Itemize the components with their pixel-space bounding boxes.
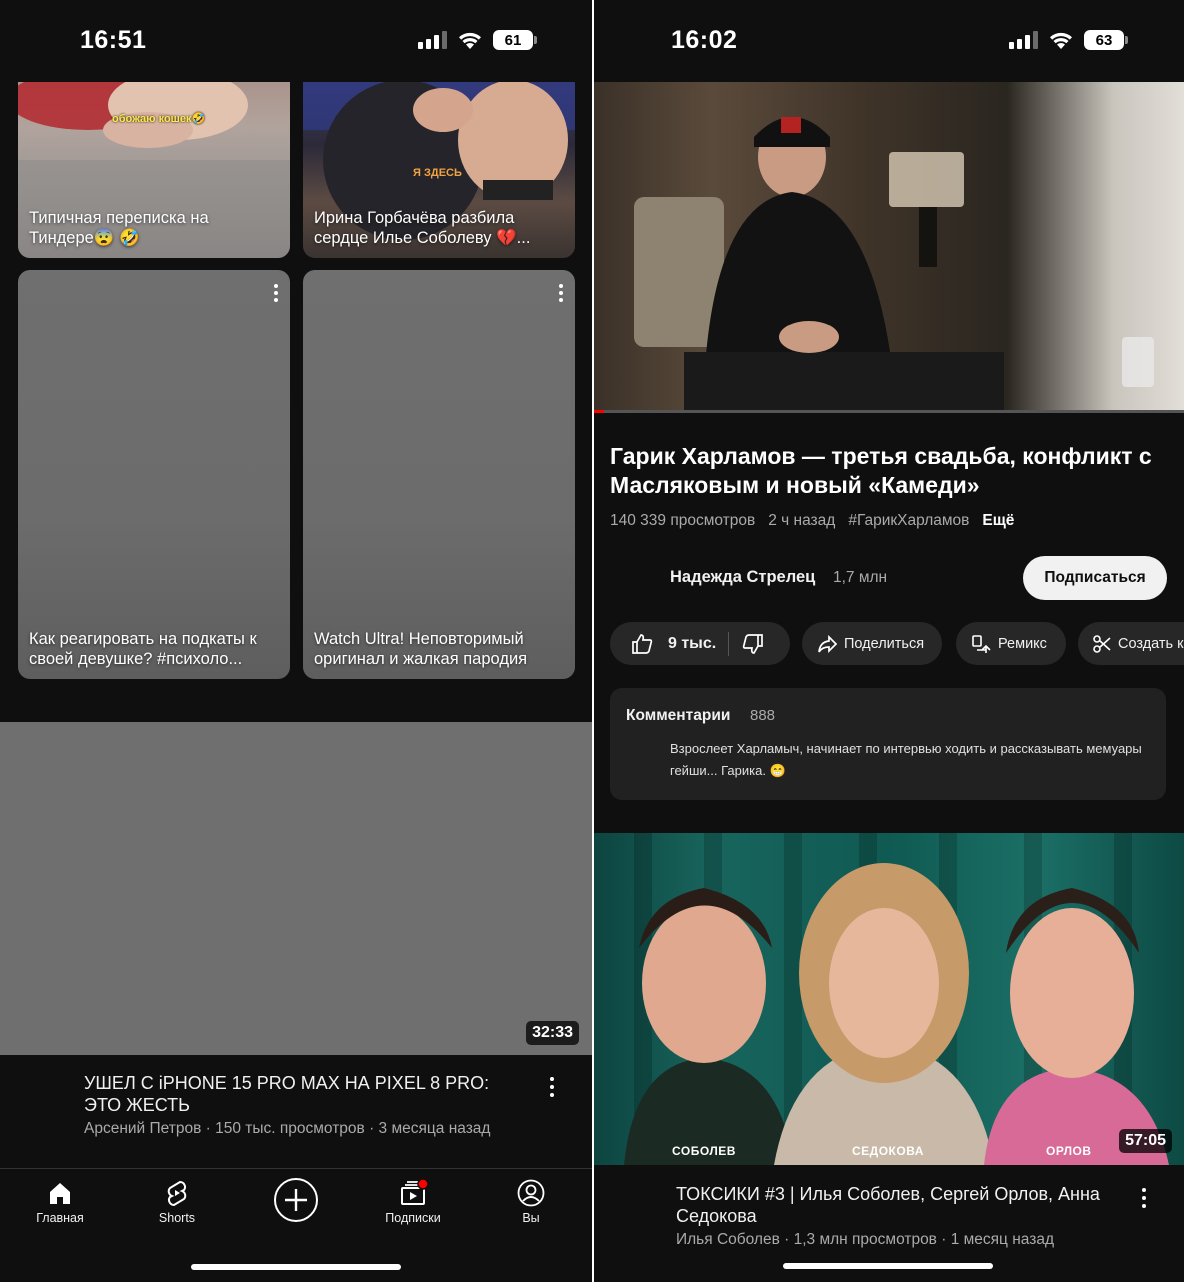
status-time: 16:51 — [80, 26, 147, 54]
status-time: 16:02 — [671, 26, 738, 54]
signal-icon — [418, 31, 447, 49]
profile-icon — [517, 1179, 545, 1207]
subscriber-count: 1,7 млн — [833, 569, 888, 586]
video-meta: Илья Соболев · 1,3 млн просмотров · 1 ме… — [676, 1231, 1055, 1248]
nav-home[interactable]: Главная — [10, 1179, 110, 1225]
nav-create[interactable] — [246, 1177, 346, 1223]
short-title: Как реагировать на подкаты к своей девуш… — [29, 630, 257, 668]
short-title: Типичная переписка на Тиндере😨 🤣 — [29, 209, 209, 247]
channel-name[interactable]: Надежда Стрелец — [670, 568, 815, 587]
subscribe-button[interactable]: Подписаться — [1023, 556, 1167, 600]
nav-label: Главная — [36, 1211, 84, 1225]
status-bar: 16:02 63 — [594, 0, 1184, 82]
short-overlay-text: обожаю кошек🤣 — [112, 113, 206, 125]
share-icon — [818, 634, 838, 653]
thumbnail-name-label: ОРЛОВ — [1046, 1144, 1092, 1158]
short-card[interactable]: Watch Ultra! Неповторимый оригинал и жал… — [303, 270, 575, 679]
nav-shorts[interactable]: Shorts — [127, 1179, 227, 1225]
remix-label: Ремикс — [998, 635, 1047, 652]
comments-panel[interactable]: Комментарии 888 Взрослеет Харламыч, начи… — [610, 688, 1166, 800]
video-frame — [634, 117, 1154, 412]
wifi-icon — [459, 32, 481, 49]
home-indicator — [191, 1264, 401, 1270]
battery-icon: 63 — [1084, 30, 1128, 50]
nav-label: Подписки — [385, 1211, 441, 1225]
duration-badge: 57:05 — [1119, 1129, 1172, 1153]
short-card[interactable]: обожаю кошек🤣 Типичная переписка на Тинд… — [18, 70, 290, 258]
share-button[interactable]: Поделиться — [802, 622, 942, 665]
shorts-icon — [167, 1180, 187, 1207]
remix-icon — [972, 634, 991, 653]
short-menu-button[interactable] — [559, 284, 563, 302]
wifi-icon — [1050, 32, 1072, 49]
comments-count: 888 — [750, 707, 776, 724]
comments-label: Комментарии — [626, 707, 731, 724]
signal-icon — [1009, 31, 1038, 49]
short-card[interactable]: Я ЗДЕСЬ Ирина Горбачёва разбила сердце И… — [303, 70, 575, 258]
thumbnail-name-label: СЕДОКОВА — [852, 1144, 924, 1158]
create-label: Создать к — [1118, 635, 1184, 652]
status-icons: 63 — [1009, 30, 1128, 50]
progress-fill — [594, 410, 604, 413]
video-meta: Арсений Петров · 150 тыс. просмотров · 3… — [84, 1120, 491, 1137]
nav-label: Shorts — [158, 1211, 196, 1225]
share-label: Поделиться — [844, 635, 925, 652]
nav-label: Вы — [522, 1211, 540, 1225]
nav-you[interactable]: Вы — [481, 1179, 581, 1225]
right-screen: 16:02 63 Гарик Харламов — третья свадьба… — [594, 0, 1184, 1282]
short-card[interactable]: Как реагировать на подкаты к своей девуш… — [18, 270, 290, 679]
bottom-nav: Главная Shorts Подписки Вы — [0, 1168, 592, 1282]
home-indicator — [783, 1263, 993, 1269]
video-menu-button[interactable] — [550, 1077, 554, 1097]
hashtag-link[interactable]: #ГарикХарламов — [848, 512, 969, 530]
upload-age: 2 ч назад — [768, 512, 836, 529]
short-menu-button[interactable] — [274, 284, 278, 302]
view-count: 140 339 просмотров — [610, 512, 756, 529]
dislike-icon[interactable] — [741, 632, 765, 656]
thumbnail-people — [624, 863, 1169, 1165]
subscriptions-icon — [401, 1179, 428, 1205]
video-player[interactable] — [594, 82, 1184, 412]
scissors-icon — [1093, 634, 1111, 653]
video-menu-button[interactable] — [1142, 1188, 1146, 1208]
like-icon[interactable] — [630, 632, 654, 656]
like-count: 9 тыс. — [668, 634, 717, 652]
left-screen: 16:51 61 обожаю кошек🤣 Типичная переписк… — [0, 0, 592, 1282]
short-title: Watch Ultra! Неповторимый оригинал и жал… — [314, 630, 528, 668]
divider — [728, 631, 730, 656]
duration-badge: 32:33 — [526, 1021, 579, 1045]
battery-icon: 61 — [493, 30, 537, 50]
create-plus-icon — [274, 1178, 318, 1222]
status-icons: 61 — [418, 30, 537, 50]
video-thumbnail[interactable]: 32:33 — [0, 722, 592, 1055]
video-meta[interactable]: 140 339 просмотров 2 ч назад #ГарикХарла… — [610, 512, 1014, 530]
home-icon — [50, 1183, 70, 1204]
status-bar: 16:51 61 — [0, 0, 592, 82]
video-title[interactable]: УШЕЛ С iPHONE 15 PRO MAX НА PIXEL 8 PRO:… — [84, 1072, 524, 1116]
progress-bar[interactable] — [594, 410, 1184, 413]
nav-subscriptions[interactable]: Подписки — [363, 1179, 463, 1225]
video-thumbnail[interactable]: 57:05 — [594, 833, 1184, 1165]
like-dislike-group: 9 тыс. — [610, 622, 790, 665]
short-overlay-text: Я ЗДЕСЬ — [413, 167, 462, 179]
video-title[interactable]: ТОКСИКИ #3 | Илья Соболев, Сергей Орлов,… — [676, 1183, 1116, 1227]
remix-button[interactable]: Ремикс — [956, 622, 1066, 665]
create-clip-button[interactable]: Создать к — [1078, 622, 1184, 665]
thumbnail-name-label: СОБОЛЕВ — [672, 1144, 736, 1158]
short-title: Ирина Горбачёва разбила сердце Илье Собо… — [314, 209, 531, 247]
more-button[interactable]: Ещё — [982, 512, 1014, 530]
video-title: Гарик Харламов — третья свадьба, конфлик… — [610, 443, 1152, 498]
comment-text: Взрослеет Харламыч, начинает по интервью… — [670, 741, 1142, 778]
